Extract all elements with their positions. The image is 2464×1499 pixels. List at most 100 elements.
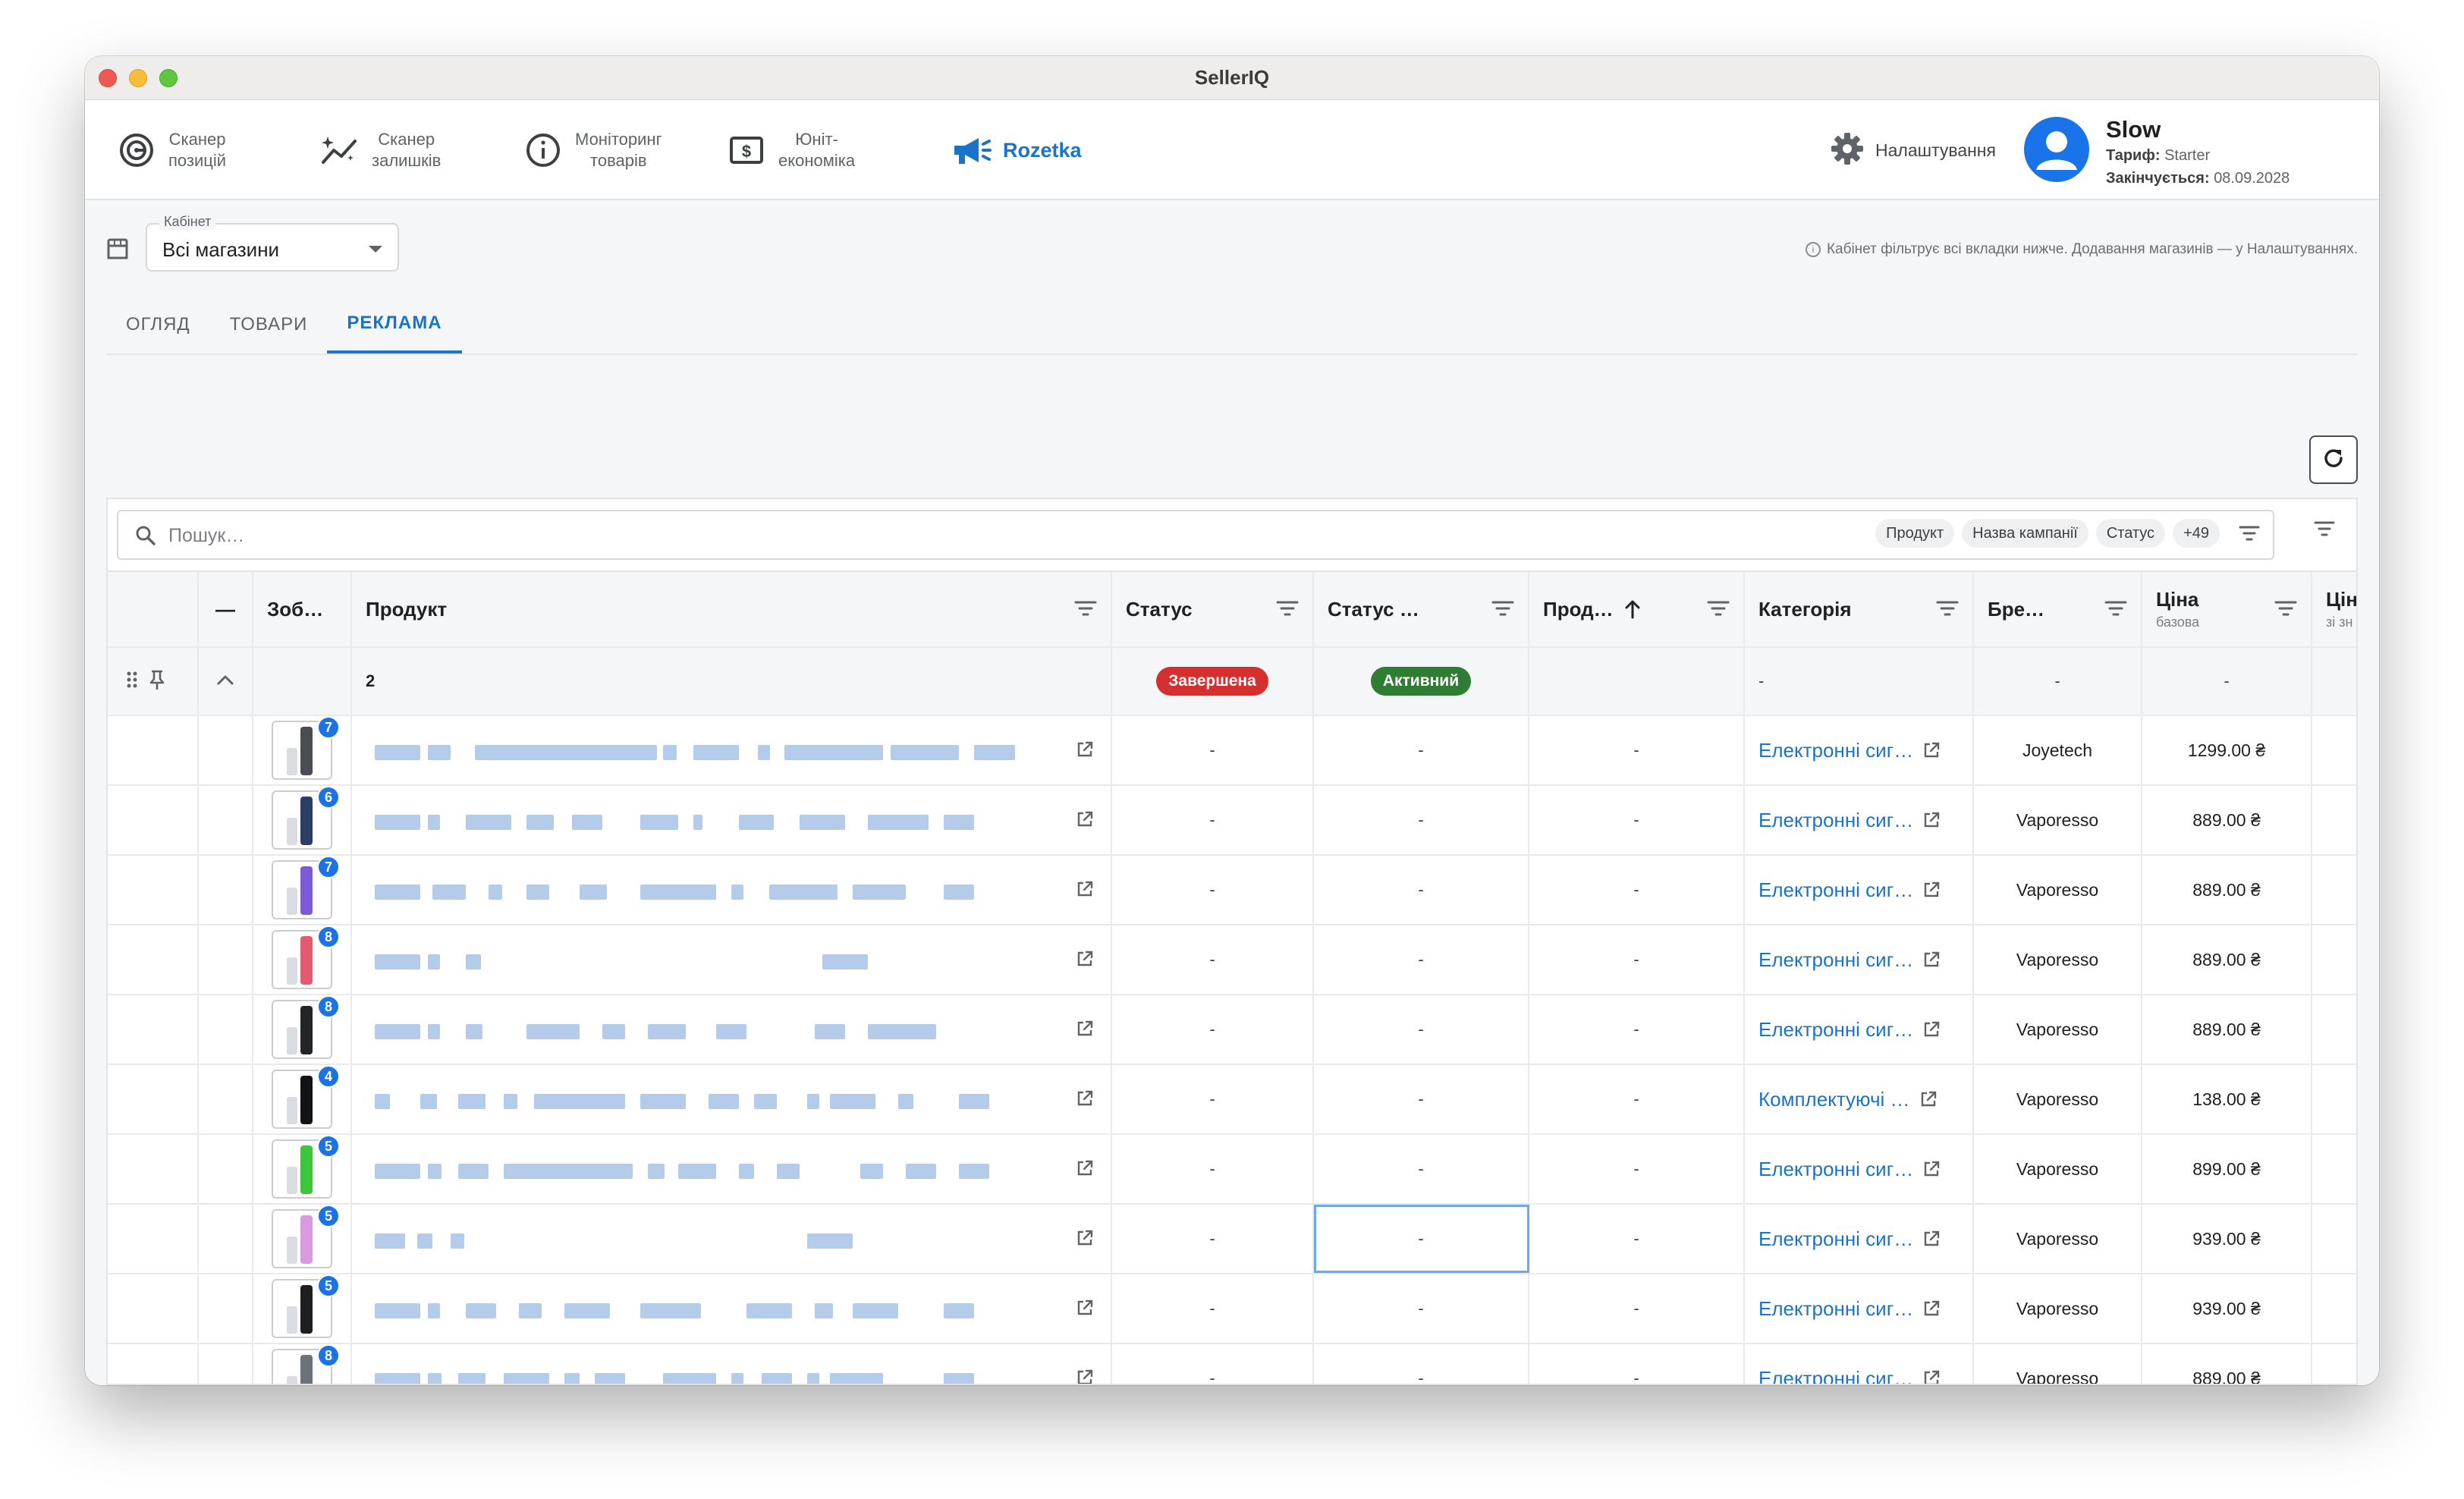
minimize-window-button[interactable] — [129, 69, 147, 87]
product-cell[interactable] — [352, 716, 1112, 784]
header-sales[interactable]: Прод… — [1529, 572, 1745, 646]
product-thumbnail[interactable]: 5 — [272, 1205, 340, 1268]
sort-ascending-icon[interactable] — [1624, 599, 1641, 619]
category-link[interactable]: Електронні сиг… — [1745, 878, 1941, 902]
nav-item-product-monitoring[interactable]: Моніторинг товарів — [522, 100, 662, 200]
column-filter-icon[interactable] — [2274, 599, 2297, 623]
status2-cell[interactable]: - — [1314, 1274, 1529, 1343]
column-filter-icon[interactable] — [1491, 599, 1514, 623]
product-thumbnail[interactable]: 8 — [272, 1344, 340, 1384]
group-collapse-button[interactable] — [199, 648, 253, 715]
product-cell[interactable] — [352, 995, 1112, 1064]
external-link-icon[interactable] — [1076, 1229, 1094, 1251]
product-cell[interactable] — [352, 856, 1112, 924]
external-link-icon[interactable] — [1076, 810, 1094, 832]
external-link-icon[interactable] — [1076, 1299, 1094, 1321]
table-row[interactable]: 7- - - Електронні сиг… Vaporesso 889.00 ₴ — [108, 856, 2356, 925]
external-link-icon[interactable] — [1076, 1369, 1094, 1384]
search-chip-status[interactable]: Статус — [2095, 519, 2166, 548]
external-link-icon[interactable] — [1922, 1230, 1941, 1248]
header-status[interactable]: Статус — [1112, 572, 1314, 646]
maximize-window-button[interactable] — [159, 69, 178, 87]
product-cell[interactable] — [352, 1344, 1112, 1384]
category-link[interactable]: Електронні сиг… — [1745, 1227, 1941, 1251]
column-filter-icon[interactable] — [1936, 599, 1959, 623]
table-row[interactable]: 4- - - Комплектуючі … Vaporesso 138.00 ₴ — [108, 1065, 2356, 1135]
category-link[interactable]: Електронні сиг… — [1745, 1018, 1941, 1042]
column-filter-icon[interactable] — [1707, 599, 1730, 623]
category-cell[interactable]: Електронні сиг… — [1745, 925, 1974, 994]
category-link[interactable]: Електронні сиг… — [1745, 809, 1941, 832]
external-link-icon[interactable] — [1076, 1159, 1094, 1181]
table-row[interactable]: 8- - - Електронні сиг… Vaporesso 889.00 ₴ — [108, 925, 2356, 995]
status2-cell[interactable]: - — [1314, 716, 1529, 784]
product-thumbnail[interactable]: 6 — [272, 786, 340, 850]
refresh-button[interactable] — [2309, 435, 2358, 484]
product-thumbnail[interactable]: 7 — [272, 716, 340, 780]
category-link[interactable]: Електронні сиг… — [1745, 1297, 1941, 1321]
status2-cell[interactable]: - — [1314, 1065, 1529, 1133]
category-cell[interactable]: Електронні сиг… — [1745, 786, 1974, 854]
status2-cell[interactable]: - — [1314, 995, 1529, 1064]
nav-item-rozetka[interactable]: Rozetka — [950, 100, 1082, 200]
search-chip-campaign[interactable]: Назва кампанії — [1962, 519, 2088, 548]
avatar[interactable] — [2024, 117, 2089, 182]
external-link-icon[interactable] — [1922, 1299, 1941, 1318]
external-link-icon[interactable] — [1076, 740, 1094, 762]
table-row[interactable]: 5- - - Електронні сиг… Vaporesso 899.00 ₴ — [108, 1135, 2356, 1205]
external-link-icon[interactable] — [1076, 950, 1094, 972]
category-cell[interactable]: Електронні сиг… — [1745, 856, 1974, 924]
external-link-icon[interactable] — [1919, 1090, 1938, 1108]
external-link-icon[interactable] — [1922, 1160, 1941, 1178]
external-link-icon[interactable] — [1922, 1020, 1941, 1039]
status2-cell[interactable]: - — [1314, 856, 1529, 924]
category-link[interactable]: Електронні сиг… — [1745, 948, 1941, 972]
product-thumbnail[interactable]: 5 — [272, 1135, 340, 1199]
header-brand[interactable]: Бре… — [1974, 572, 2142, 646]
product-cell[interactable] — [352, 786, 1112, 854]
tab-products[interactable]: ТОВАРИ — [210, 296, 328, 354]
product-thumbnail[interactable]: 8 — [272, 995, 340, 1059]
filter-icon[interactable] — [2235, 519, 2264, 548]
external-link-icon[interactable] — [1076, 1089, 1094, 1111]
category-link[interactable]: Електронні сиг… — [1745, 1367, 1941, 1384]
status2-cell[interactable]: - — [1314, 1135, 1529, 1203]
category-link[interactable]: Електронні сиг… — [1745, 1158, 1941, 1181]
external-link-icon[interactable] — [1922, 811, 1941, 829]
settings-button[interactable]: Налаштування — [1830, 100, 1996, 200]
nav-item-stock-scanner[interactable]: Сканер залишків — [319, 100, 441, 200]
header-product[interactable]: Продукт — [352, 572, 1112, 646]
column-filter-icon[interactable] — [1276, 599, 1299, 623]
external-link-icon[interactable] — [1922, 881, 1941, 899]
product-cell[interactable] — [352, 1135, 1112, 1203]
columns-filter-icon[interactable] — [2314, 520, 2335, 541]
category-cell[interactable]: Електронні сиг… — [1745, 716, 1974, 784]
external-link-icon[interactable] — [1922, 741, 1941, 759]
product-cell[interactable] — [352, 925, 1112, 994]
table-row[interactable]: 7- - - Електронні сиг… Joyetech 1299.00 ₴ — [108, 716, 2356, 786]
nav-item-unit-economics[interactable]: $ Юніт- економіка — [725, 100, 855, 200]
product-thumbnail[interactable]: 4 — [272, 1065, 340, 1129]
cabinet-select[interactable]: Кабінет Всі магазини — [146, 214, 399, 272]
table-row[interactable]: 5- - - Електронні сиг… Vaporesso 939.00 ₴ — [108, 1205, 2356, 1274]
category-link[interactable]: Електронні сиг… — [1745, 739, 1941, 762]
category-link[interactable]: Комплектуючі … — [1745, 1088, 1938, 1111]
product-cell[interactable] — [352, 1205, 1112, 1273]
status2-cell[interactable]: - — [1314, 925, 1529, 994]
tab-overview[interactable]: ОГЛЯД — [106, 296, 210, 354]
category-cell[interactable]: Електронні сиг… — [1745, 995, 1974, 1064]
tab-advertising[interactable]: РЕКЛАМА — [327, 296, 462, 354]
nav-item-position-scanner[interactable]: Сканер позицій — [115, 100, 226, 200]
external-link-icon[interactable] — [1076, 1020, 1094, 1042]
status2-cell[interactable]: - — [1314, 786, 1529, 854]
external-link-icon[interactable] — [1922, 951, 1941, 969]
status2-cell[interactable]: - — [1314, 1205, 1529, 1273]
external-link-icon[interactable] — [1076, 880, 1094, 902]
status2-cell[interactable]: - — [1314, 1344, 1529, 1384]
header-category[interactable]: Категорія — [1745, 572, 1974, 646]
search-chip-product[interactable]: Продукт — [1875, 519, 1955, 548]
search-input[interactable]: Пошук… Продукт Назва кампанії Статус +49 — [117, 510, 2274, 560]
external-link-icon[interactable] — [1922, 1369, 1941, 1384]
category-cell[interactable]: Електронні сиг… — [1745, 1274, 1974, 1343]
header-price-discount[interactable]: Цін зі зн — [2312, 572, 2356, 646]
